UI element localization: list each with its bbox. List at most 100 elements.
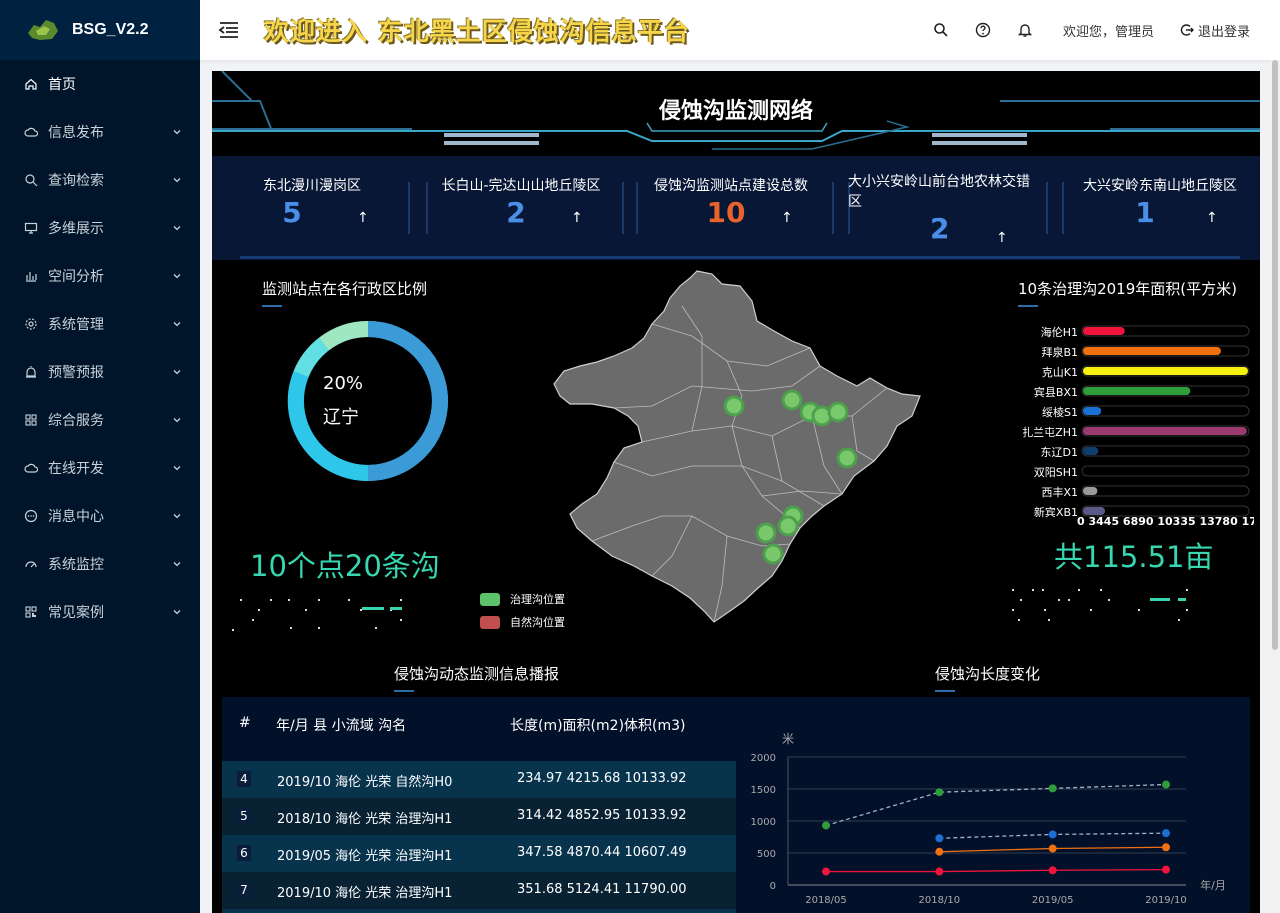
sidebar-item[interactable]: 在线开发 [0,444,200,492]
x-axis-label: 年/月 [1200,878,1226,892]
bar[interactable] [1083,427,1247,435]
sidebar-item[interactable]: 消息中心 [0,492,200,540]
table-row[interactable]: 4 2019/10 海伦 光荣 自然沟H0 234.97 4215.68 101… [222,761,736,798]
bar-category-label: 海伦H1 [1041,325,1078,339]
monitoring-table: # 年/月 县 小流域 沟名 长度(m)面积(m2)体积(m3) 4 2019/… [222,697,736,913]
chevron-down-icon [173,130,181,135]
home-icon [25,78,37,90]
chevron-down-icon [173,418,181,423]
bar[interactable] [1083,407,1102,415]
sidebar-item[interactable]: 信息发布 [0,108,200,156]
stat-card[interactable]: 长白山-完达山山地丘陵区 2 ↑ [426,176,616,230]
bar[interactable] [1083,507,1106,515]
legend-swatch [480,592,500,606]
bar[interactable] [1083,487,1098,495]
gully-marker[interactable] [723,395,745,417]
bar[interactable] [1083,387,1191,395]
bar[interactable] [1083,327,1125,335]
sidebar-item[interactable]: 综合服务 [0,396,200,444]
data-point[interactable] [1048,866,1057,875]
gully-marker[interactable] [781,389,803,411]
monitor-icon [24,222,38,234]
data-point[interactable] [1162,780,1170,789]
data-point[interactable] [1048,784,1057,793]
sidebar-menu: 首页 信息发布 查询检索 多维展示空间分析系统管理 预警预报 综合服务 在线开发消息中心系统… [0,60,200,636]
data-point[interactable] [1162,843,1170,852]
table-row[interactable]: 7 2019/10 海伦 光荣 治理沟H1 351.68 5124.41 117… [222,872,736,909]
data-point[interactable] [935,788,944,797]
gully-marker[interactable] [755,522,777,544]
ring-percent: 20% [323,373,364,394]
data-point[interactable] [1162,829,1170,838]
logo[interactable]: BSG_V2.2 [0,0,200,60]
bar[interactable] [1083,347,1221,355]
sidebar-item[interactable]: 空间分析 [0,252,200,300]
y-tick-label: 500 [757,849,776,860]
bar[interactable] [1083,447,1099,455]
stat-name: 长白山-完达山山地丘陵区 [441,178,601,194]
region-map[interactable] [552,266,922,626]
help-icon[interactable] [975,22,991,38]
stat-card[interactable]: 侵蚀沟监测站点建设总数 10 ↑ [636,176,826,230]
search-icon [25,174,38,187]
stat-card[interactable]: 大兴安岭东南山地丘陵区 1 ↑ [1068,176,1252,230]
sidebar-item-label: 系统监控 [48,557,104,573]
menu-fold-icon[interactable] [218,19,240,41]
area-bar-chart: 海伦H1 拜泉B1 克山K1 宾县BX1 绥棱S1 扎兰屯ZH1 东辽D1 双阳SH1 西丰X1… [1022,325,1254,528]
gully-marker[interactable] [836,447,858,469]
row-values: 347.58 4870.44 10607.49 [517,845,687,860]
up-arrow-icon: ↑ [571,210,583,226]
table-row[interactable]: 5 2018/10 海伦 光荣 治理沟H1 314.42 4852.95 101… [222,798,736,835]
sidebar-item-label: 空间分析 [48,269,104,285]
bell-icon[interactable] [1017,22,1033,38]
sidebar-item[interactable]: 系统管理 [0,300,200,348]
logout-button[interactable]: 退出登录 [1180,21,1250,40]
stat-card[interactable]: 大小兴安岭山前台地农林交错区 2 ↑ [848,172,1038,246]
sidebar-item-label: 消息中心 [48,509,104,525]
data-point[interactable] [1048,830,1057,839]
ring-segment [293,337,330,378]
data-point[interactable] [822,867,830,876]
sidebar-item[interactable]: 首页 [0,60,200,108]
sidebar-item[interactable]: 系统监控 [0,540,200,588]
legend-item[interactable]: 自然沟位置 [480,614,565,630]
logo-icon [28,20,58,40]
x-tick-label: 2019/05 [1032,895,1074,906]
dashboard-icon [25,561,37,568]
sidebar-item[interactable]: 预警预报 [0,348,200,396]
bar-track [1081,485,1250,497]
welcome-text: 欢迎您，管理员 [1062,24,1154,40]
x-tick-label: 2018/10 [919,895,961,906]
gully-marker[interactable] [827,401,849,423]
chevron-down-icon [173,322,181,327]
legend-label: 自然沟位置 [510,616,565,629]
gully-marker[interactable] [777,515,799,537]
page-scrollbar[interactable] [1270,60,1280,913]
chevron-down-icon [173,610,181,615]
scrollbar-thumb[interactable] [1272,60,1278,650]
row-index: 4 [237,771,251,787]
data-point[interactable] [935,847,944,856]
y-tick-label: 0 [770,881,776,892]
sidebar-item[interactable]: 多维展示 [0,204,200,252]
search-icon[interactable] [933,22,949,38]
bar[interactable] [1083,367,1248,375]
sidebar-item[interactable]: 常见案例 [0,588,200,636]
data-point[interactable] [935,867,944,876]
sidebar-item[interactable]: 查询检索 [0,156,200,204]
area-chart-title: 10条治理沟2019年面积(平方米) [1018,280,1237,307]
data-point[interactable] [1162,865,1170,874]
bar-category-label: 新宾XB1 [1034,505,1078,519]
table-row[interactable]: 6 2019/05 海伦 光荣 治理沟H1 347.58 4870.44 106… [222,835,736,872]
data-point[interactable] [1048,844,1057,853]
stat-card[interactable]: 东北漫川漫岗区 5 ↑ [222,176,402,230]
row-values: 314.42 4852.95 10133.92 [517,808,687,823]
cloud-icon [24,463,38,473]
alarm-icon [26,366,36,378]
data-point[interactable] [822,821,830,830]
data-point[interactable] [935,834,944,843]
row-info: 2018/10 海伦 光荣 治理沟H1 [277,812,453,827]
gully-marker[interactable] [762,543,784,565]
legend-item[interactable]: 治理沟位置 [480,591,565,607]
x-tick-labels: 0 3445 6890 10335 13780 17224 [1077,515,1254,528]
